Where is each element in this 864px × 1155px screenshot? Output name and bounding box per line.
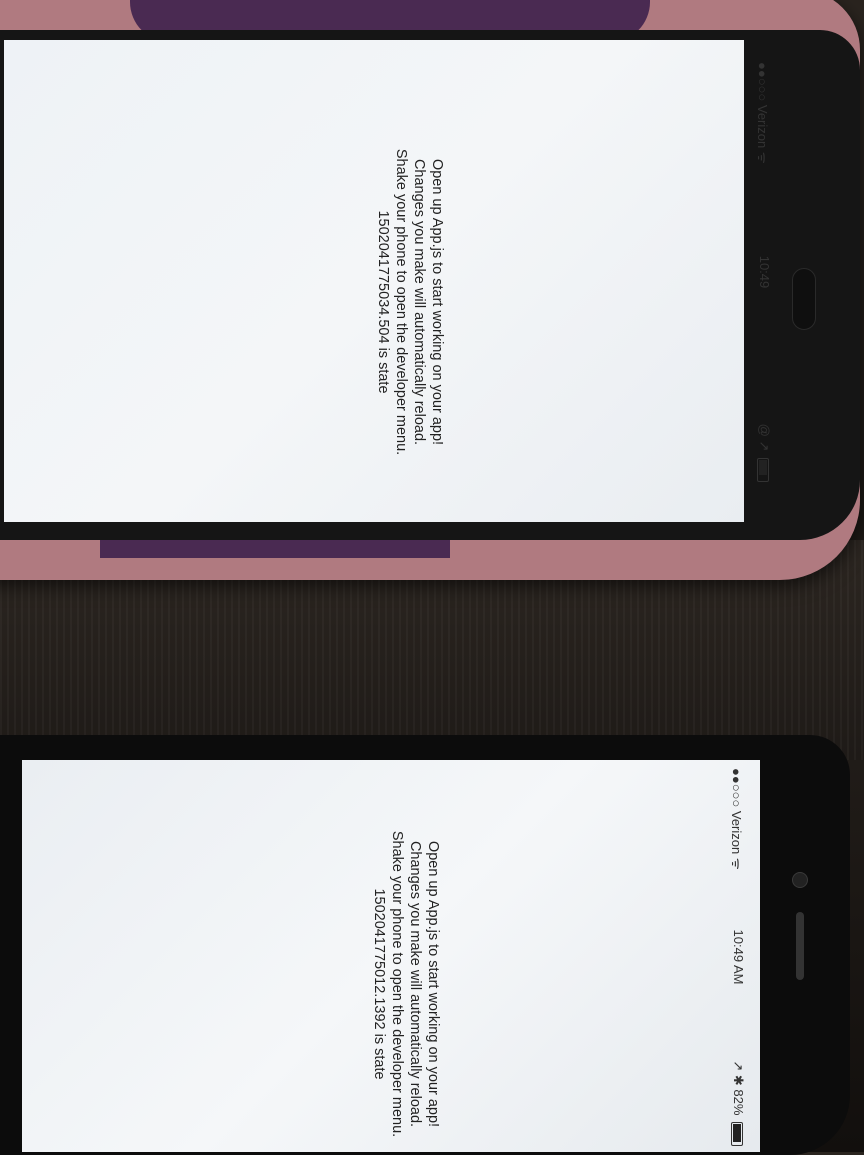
status-bar-top: ●●○○○ Verizon ᯤ 10:49 @ ↗ [754,62,772,482]
state-line: 1502041775034.504 is state [375,210,391,394]
message-line: Shake your phone to open the developer m… [393,148,409,456]
battery-icon [731,1122,744,1146]
message-line: Changes you make will automatically relo… [411,158,427,446]
app-message-bottom: Open up App.js to start working on your … [370,814,442,1154]
camera-icon [792,872,808,888]
status-icons: ↗ ✱ 82% [731,1060,746,1116]
app-message-top: Open up App.js to start working on your … [374,132,446,472]
message-line: Open up App.js to start working on your … [425,840,441,1128]
clock-label: 10:49 [757,255,772,289]
battery-icon [757,458,770,482]
status-icons: @ ↗ [757,423,772,452]
message-line: Changes you make will automatically relo… [407,840,423,1128]
state-line: 1502041775012.1392 is state [371,888,387,1080]
speaker-grille [796,912,804,980]
home-button[interactable] [792,268,816,330]
message-line: Shake your phone to open the developer m… [389,830,405,1138]
status-bar-bottom: ●●○○○ Verizon ᯤ 10:49 AM ↗ ✱ 82% [728,768,746,1146]
message-line: Open up App.js to start working on your … [429,158,445,446]
